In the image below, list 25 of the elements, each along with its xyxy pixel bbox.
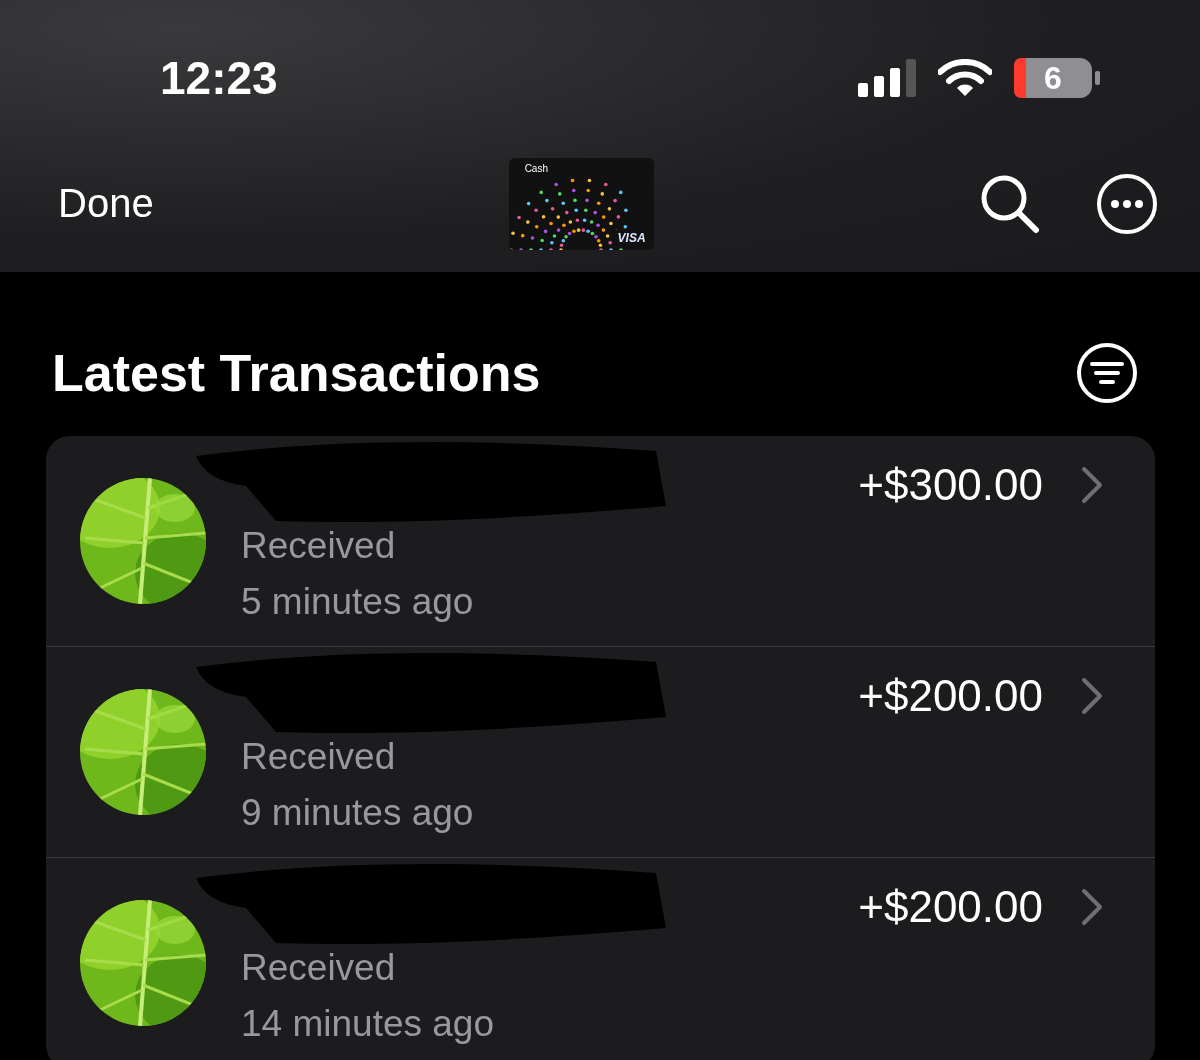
status-time: 12:23 (160, 50, 278, 105)
chevron-icon (1081, 677, 1103, 715)
battery-level: 6 (1044, 59, 1062, 96)
done-button[interactable]: Done (58, 181, 154, 226)
transaction-amount: +$200.00 (858, 882, 1043, 932)
wifi-icon (938, 58, 992, 97)
transaction-amount: +$300.00 (858, 460, 1043, 510)
transaction-time: 5 minutes ago (241, 580, 474, 624)
transaction-status: Received (241, 735, 397, 779)
section-title: Latest Transactions (52, 343, 541, 403)
more-icon[interactable] (1096, 172, 1158, 235)
filter-icon[interactable] (1076, 342, 1138, 404)
chevron-icon (1081, 466, 1103, 504)
card-brand: Cash (524, 162, 548, 174)
signal-icon (858, 58, 916, 97)
chevron-icon (1081, 888, 1103, 926)
battery-icon (1014, 57, 1100, 98)
transaction-row[interactable]: Received 14 minutes ago +$200.00 (46, 858, 1155, 1060)
transaction-status: Received (241, 524, 397, 568)
transaction-status: Received (241, 946, 397, 990)
transaction-row[interactable]: Received 9 minutes ago +$200.00 (46, 647, 1155, 858)
transaction-time: 9 minutes ago (241, 791, 474, 835)
transaction-time: 14 minutes ago (241, 1002, 494, 1046)
transaction-amount: +$200.00 (858, 671, 1043, 721)
transaction-row[interactable]: Received 5 minutes ago +$300.00 (46, 436, 1155, 647)
